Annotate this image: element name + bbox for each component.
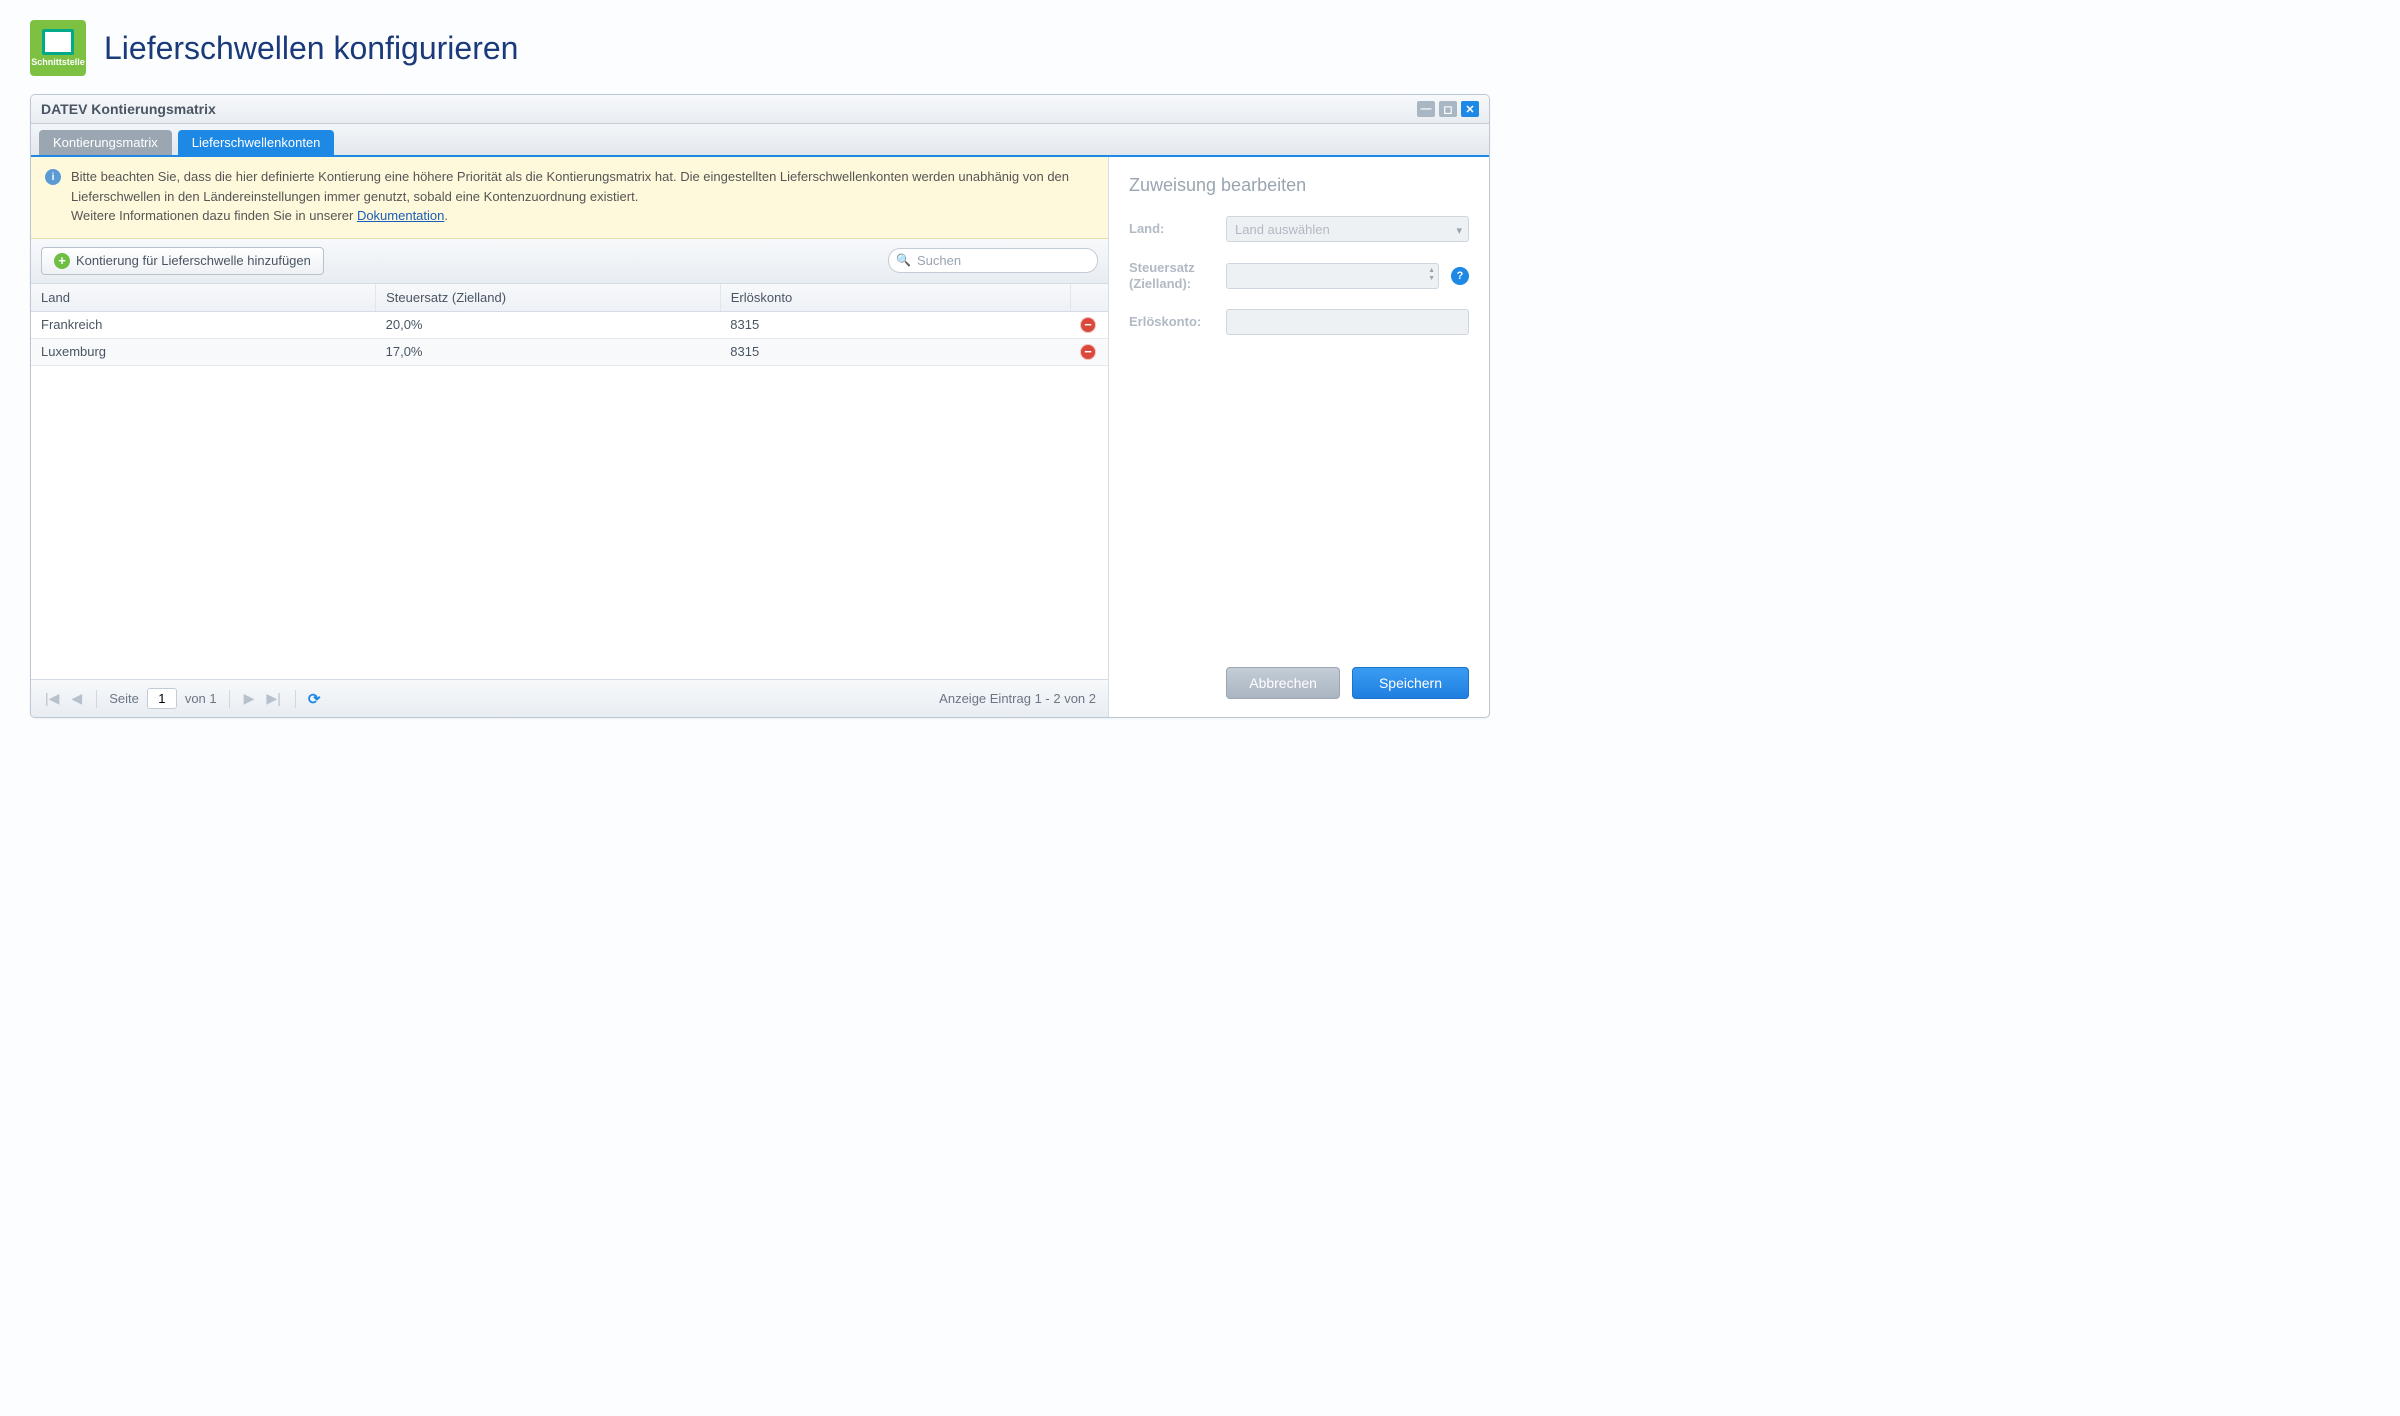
last-page-icon[interactable]: ▶| [264,690,282,707]
steuersatz-input[interactable]: ▲▼ [1226,263,1439,289]
add-icon: + [54,253,70,269]
table-row[interactable]: Luxemburg 17,0% 8315 − [31,338,1108,365]
page-number-input[interactable] [147,688,177,709]
cancel-button[interactable]: Abbrechen [1226,667,1340,699]
remove-row-icon[interactable]: − [1080,317,1096,333]
tab-lieferschwellenkonten[interactable]: Lieferschwellenkonten [178,130,335,155]
logo-datev-schnittstelle: Schnittstelle [30,20,86,76]
page-title: Lieferschwellen konfigurieren [104,30,518,67]
minimize-icon[interactable]: — [1417,101,1435,117]
next-page-icon[interactable]: ▶ [242,690,257,707]
land-select[interactable]: Land auswählen ▾ [1226,216,1469,242]
maximize-icon[interactable]: ◻ [1439,101,1457,117]
refresh-icon[interactable]: ⟳ [308,690,321,708]
add-kontierung-button[interactable]: + Kontierung für Lieferschwelle hinzufüg… [41,247,324,275]
tab-kontierungsmatrix[interactable]: Kontierungsmatrix [39,130,172,155]
erloeskonto-input[interactable] [1226,309,1469,335]
previous-page-icon[interactable]: ◀ [69,690,84,707]
spinner-icon: ▲▼ [1428,267,1435,282]
chevron-down-icon: ▾ [1456,224,1462,237]
sidebar-title: Zuweisung bearbeiten [1129,175,1469,196]
col-land[interactable]: Land [31,284,376,312]
pager-summary: Anzeige Eintrag 1 - 2 von 2 [939,691,1096,706]
panel-datev-kontierungsmatrix: DATEV Kontierungsmatrix — ◻ ✕ Kontierung… [30,94,1490,718]
help-icon[interactable]: ? [1451,267,1469,285]
lieferschwellen-table: Land Steuersatz (Zielland) Erlöskonto Fr… [31,284,1108,366]
table-row[interactable]: Frankreich 20,0% 8315 − [31,311,1108,338]
save-button[interactable]: Speichern [1352,667,1469,699]
label-land: Land: [1129,221,1214,237]
close-icon[interactable]: ✕ [1461,101,1479,117]
search-input[interactable] [888,248,1098,273]
remove-row-icon[interactable]: − [1080,344,1096,360]
label-erloeskonto: Erlöskonto: [1129,314,1214,330]
first-page-icon[interactable]: |◀ [43,690,61,707]
info-box: i Bitte beachten Sie, dass die hier defi… [31,157,1108,239]
col-steuersatz[interactable]: Steuersatz (Zielland) [376,284,721,312]
col-erloeskonto[interactable]: Erlöskonto [720,284,1070,312]
info-icon: i [45,169,61,185]
panel-title: DATEV Kontierungsmatrix [41,101,216,117]
documentation-link[interactable]: Dokumentation [357,208,444,223]
label-steuersatz: Steuersatz (Zielland): [1129,260,1214,291]
search-icon: 🔍 [896,253,911,267]
